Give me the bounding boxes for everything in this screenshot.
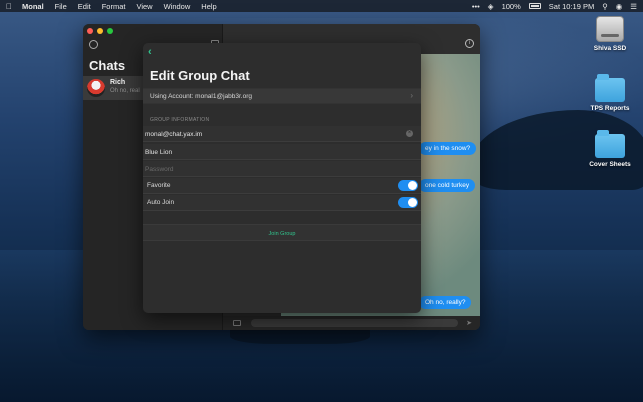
clear-icon[interactable]: × xyxy=(406,130,413,137)
room-field: × xyxy=(143,126,421,142)
avatar xyxy=(87,79,105,97)
room-input[interactable] xyxy=(145,129,395,139)
menu-format[interactable]: Format xyxy=(102,2,126,11)
send-icon[interactable]: ➤ xyxy=(466,319,472,327)
drive-icon xyxy=(596,16,624,42)
sheet-title: Edit Group Chat xyxy=(150,68,250,83)
menu-app-name[interactable]: Monal xyxy=(22,2,44,11)
autojoin-label: Auto Join xyxy=(147,199,175,206)
join-group-button[interactable]: Join Group xyxy=(143,225,421,242)
password-field xyxy=(143,161,421,177)
battery-icon[interactable] xyxy=(528,3,541,9)
back-chevron-icon[interactable]: ‹ xyxy=(148,46,152,58)
clock[interactable]: Sat 10:19 PM xyxy=(549,2,594,11)
account-row[interactable]: Using Account: monal1@jabb3r.org › xyxy=(143,88,421,104)
profile-icon[interactable] xyxy=(89,40,98,49)
autojoin-toggle[interactable] xyxy=(398,197,418,208)
menu-file[interactable]: File xyxy=(55,2,67,11)
desktop-folder-cover-sheets[interactable]: Cover Sheets xyxy=(580,130,640,168)
chat-contact-name: Rich xyxy=(110,79,126,86)
apple-menu-icon[interactable]:  xyxy=(6,2,12,11)
favorite-toggle[interactable] xyxy=(398,180,418,191)
chats-title: Chats xyxy=(89,58,126,73)
message-bubble: ey in the snow? xyxy=(419,142,477,155)
close-button[interactable] xyxy=(87,28,93,34)
favorite-label: Favorite xyxy=(147,182,171,189)
wifi-icon[interactable]: ◈ xyxy=(488,2,494,11)
account-label: Using Account: monal1@jabb3r.org xyxy=(150,93,252,100)
camera-icon[interactable] xyxy=(233,320,241,326)
menu-extras: ••• ◈ 100% Sat 10:19 PM ⚲ ◉ ☰ xyxy=(472,2,637,11)
toggle-knob xyxy=(408,181,417,190)
battery-percent[interactable]: 100% xyxy=(502,2,521,11)
password-input[interactable] xyxy=(145,164,395,174)
desktop-icon-label: TPS Reports xyxy=(590,105,630,112)
menu-view[interactable]: View xyxy=(136,2,152,11)
menu-window[interactable]: Window xyxy=(164,2,191,11)
desktop-folder-tps-reports[interactable]: TPS Reports xyxy=(580,74,640,112)
favorite-row: Favorite xyxy=(143,178,421,194)
message-input[interactable] xyxy=(251,319,458,327)
siri-icon[interactable]: ◉ xyxy=(616,2,623,11)
minimize-button[interactable] xyxy=(97,28,103,34)
menu-edit[interactable]: Edit xyxy=(78,2,91,11)
notification-center-icon[interactable]: ☰ xyxy=(630,2,637,11)
folder-icon xyxy=(595,130,625,158)
window-controls xyxy=(87,28,113,34)
desktop-drive-shiva-ssd[interactable]: Shiva SSD xyxy=(580,16,640,52)
join-row: Join Group xyxy=(143,224,421,241)
autojoin-row: Auto Join xyxy=(143,195,421,211)
zoom-button[interactable] xyxy=(107,28,113,34)
chat-preview: Oh no, real xyxy=(110,88,140,94)
message-bubble: Oh no, really? xyxy=(419,296,472,309)
message-bubble: one cold turkey xyxy=(419,179,476,192)
more-icon[interactable]: ••• xyxy=(472,2,480,11)
search-icon[interactable]: ⚲ xyxy=(602,2,608,11)
chevron-right-icon: › xyxy=(410,91,413,100)
desktop-icon-label: Cover Sheets xyxy=(589,161,631,168)
desktop-icon-label: Shiva SSD xyxy=(593,45,627,52)
section-header: GROUP INFORMATION xyxy=(150,117,210,123)
menu-help[interactable]: Help xyxy=(201,2,216,11)
edit-group-chat-sheet: ‹ Edit Group Chat Using Account: monal1@… xyxy=(143,43,421,313)
info-icon[interactable]: i xyxy=(465,39,474,48)
name-field xyxy=(143,144,421,160)
menu-bar:  Monal File Edit Format View Window Hel… xyxy=(0,0,643,12)
group-name-input[interactable] xyxy=(145,147,395,157)
message-composer: ➤ xyxy=(223,316,480,330)
toggle-knob xyxy=(408,198,417,207)
folder-icon xyxy=(595,74,625,102)
